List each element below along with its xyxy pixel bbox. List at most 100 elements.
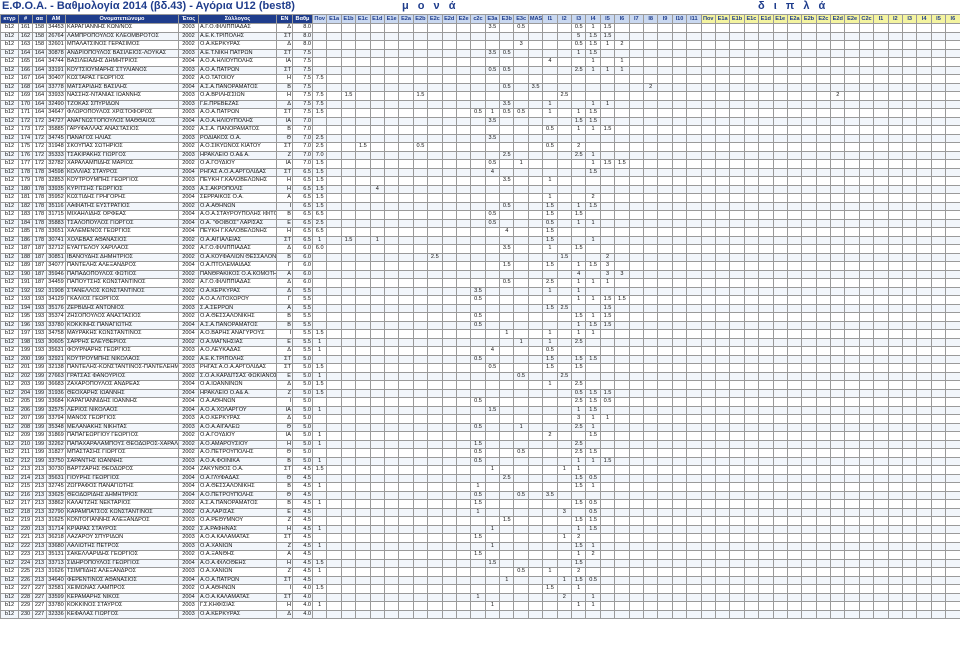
score-cell xyxy=(455,575,472,585)
member-id-cell: 34744 xyxy=(46,57,66,67)
score-cell xyxy=(412,261,429,271)
score-cell xyxy=(758,609,774,619)
score-cell xyxy=(556,558,573,568)
score-cell xyxy=(916,31,932,41)
score-cell xyxy=(945,150,960,160)
club-cell: Ο.Α.ΙΩΑΝΝΙΝΩΝ xyxy=(198,380,277,390)
score-cell xyxy=(902,167,918,177)
score-cell xyxy=(614,354,630,364)
score-cell xyxy=(743,320,760,330)
score-cell xyxy=(470,252,486,262)
score-cell xyxy=(326,482,342,492)
score-cell xyxy=(398,473,414,483)
score-cell xyxy=(801,558,817,568)
score-cell xyxy=(902,48,918,58)
region-cell: ΣΤ xyxy=(276,533,293,543)
score-cell xyxy=(355,371,371,381)
member-id-cell: 32712 xyxy=(46,244,66,254)
score-cell xyxy=(470,48,486,58)
rank-cell: 172 xyxy=(32,133,47,143)
region-cell: ΣΤ xyxy=(276,167,293,177)
score-cell xyxy=(830,354,846,364)
score-cell xyxy=(786,286,803,296)
singles-column-header: I9 xyxy=(657,14,673,24)
score-cell xyxy=(455,201,472,211)
score-cell xyxy=(441,507,457,517)
score-cell xyxy=(686,244,702,254)
score-cell xyxy=(556,23,573,33)
score-cell: 1.5 xyxy=(599,388,616,398)
score-cell xyxy=(887,567,904,577)
points-cell: 5.0 xyxy=(292,431,313,441)
score-cell xyxy=(743,150,760,160)
score-cell xyxy=(930,312,947,322)
score-cell xyxy=(383,431,400,441)
member-id-cell: 30741 xyxy=(46,235,66,245)
score-cell xyxy=(700,176,716,186)
score-cell xyxy=(815,278,832,288)
score-cell xyxy=(772,201,788,211)
score-cell xyxy=(743,507,760,517)
score-cell xyxy=(527,329,544,339)
score-cell xyxy=(801,31,817,41)
score-cell xyxy=(628,269,644,279)
position-cell: 215 xyxy=(18,482,33,492)
score-cell: 1 xyxy=(571,295,587,305)
score-cell: 1 xyxy=(585,218,601,228)
score-cell xyxy=(513,252,529,262)
score-cell: 1.5 xyxy=(585,201,601,211)
score-cell xyxy=(383,184,400,194)
score-cell xyxy=(714,133,731,143)
score-cell xyxy=(355,592,371,602)
score-cell xyxy=(340,312,357,322)
score-cell xyxy=(427,91,443,101)
score-cell xyxy=(786,57,803,67)
score-cell xyxy=(470,346,486,356)
club-cell: ΗΡΑΚΛΕΙΟ Ο.Α& Α. xyxy=(198,150,277,160)
score-cell xyxy=(930,252,947,262)
score-cell xyxy=(686,193,702,203)
score-cell xyxy=(758,439,774,449)
score-cell: 1.5 xyxy=(599,159,616,169)
table-row: b12 190 187 35946 ΠΑΠΑΔΟΠΟΥΛΟΣ ΦΩΤΙΟΣ 2002 ΠΑΝ… xyxy=(0,269,960,279)
score-cell xyxy=(873,193,889,203)
score-cell xyxy=(700,473,716,483)
score-cell xyxy=(527,414,544,424)
score-cell xyxy=(369,397,385,407)
score-cell xyxy=(815,346,832,356)
rank-cell: 213 xyxy=(32,524,47,534)
score-cell xyxy=(484,431,501,441)
score-cell xyxy=(887,431,904,441)
score-cell xyxy=(714,371,731,381)
score-cell xyxy=(412,65,429,75)
score-cell xyxy=(858,507,875,517)
score-cell xyxy=(657,558,673,568)
score-cell xyxy=(556,482,573,492)
score-cell xyxy=(714,184,731,194)
score-cell xyxy=(729,176,745,186)
score-cell xyxy=(513,363,529,373)
score-cell xyxy=(556,337,573,347)
position-cell: 168 xyxy=(18,82,33,92)
score-cell xyxy=(801,159,817,169)
club-cell: Α.Ο.ΤΑΤΟΪΟΥ xyxy=(198,74,277,84)
score-cell: 1 xyxy=(585,23,601,33)
score-cell xyxy=(786,388,803,398)
member-id-cell: 32581 xyxy=(46,584,66,594)
score-cell xyxy=(340,516,357,526)
table-row: b12 161 158 34453 ΚΑΡΑΓΙΑΝΝΗΣ ΚΩΝ/ΝΟΣ 2003 Α.Γ… xyxy=(0,23,960,33)
region-cell: Ζ xyxy=(276,388,293,398)
score-cell xyxy=(585,227,601,237)
score-cell xyxy=(628,99,644,109)
score-cell xyxy=(743,269,760,279)
player-name-cell: ΚΑΡΑΓΙΑΝΝΗΣ ΚΩΝ/ΝΟΣ xyxy=(65,23,179,33)
score-cell xyxy=(700,329,716,339)
score-cell: 0.5 xyxy=(585,473,601,483)
score-cell xyxy=(571,235,587,245)
position-cell: 218 xyxy=(18,507,33,517)
score-cell xyxy=(945,142,960,152)
score-cell xyxy=(398,397,414,407)
score-cell xyxy=(369,133,385,143)
score-cell xyxy=(700,269,716,279)
score-cell xyxy=(585,439,601,449)
